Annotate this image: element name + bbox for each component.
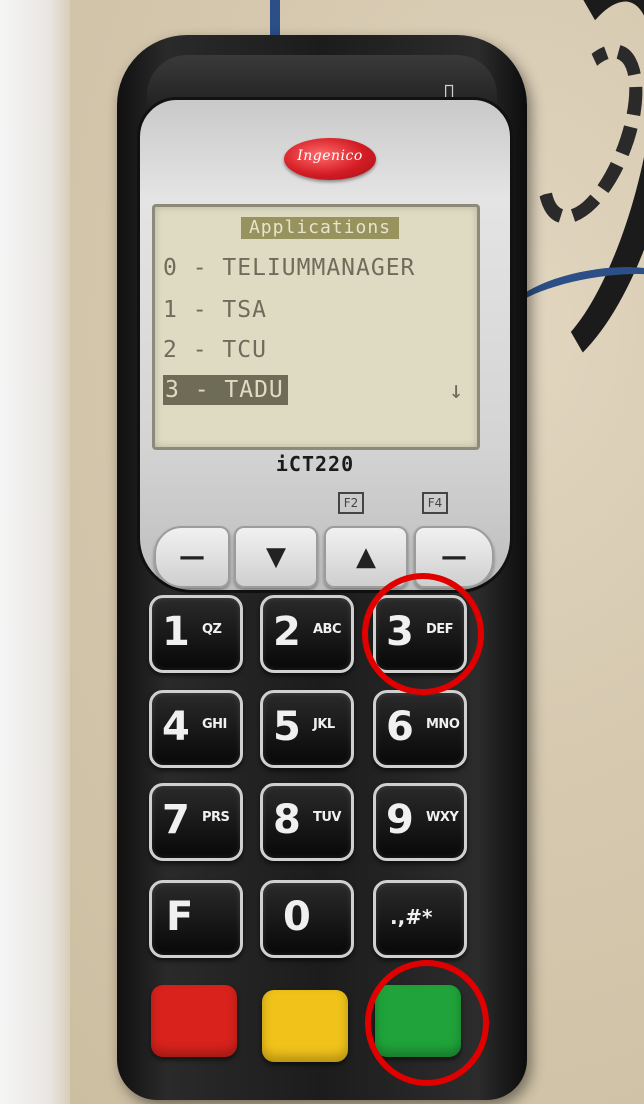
key-5-digit: 5 — [273, 704, 301, 750]
network-cable-top — [270, 0, 320, 40]
highlight-circle-key-3 — [362, 573, 484, 695]
photo-scene: ▯ Ingenico Applications 0 - TELIUMMANAGE… — [0, 0, 644, 1104]
key-4-button[interactable]: 4 GHI — [149, 690, 243, 768]
key-6-button[interactable]: 6 MNO — [373, 690, 467, 768]
key-9-letters: WXY — [426, 810, 459, 825]
down-arrow-icon: ↓ — [449, 376, 464, 404]
brand-logo-text: Ingenico — [297, 148, 363, 164]
key-1-button[interactable]: 1 QZ — [149, 595, 243, 673]
brand-logo: Ingenico — [284, 138, 376, 180]
key-8-button[interactable]: 8 TUV — [260, 783, 354, 861]
key-8-digit: 8 — [273, 797, 301, 843]
key-5-letters: JKL — [313, 717, 335, 732]
lcd-screen: Applications 0 - TELIUMMANAGER 1 - TSA 2… — [152, 204, 480, 450]
key-7-digit: 7 — [162, 797, 190, 843]
key-6-digit: 6 — [386, 704, 414, 750]
payment-terminal: ▯ Ingenico Applications 0 - TELIUMMANAGE… — [117, 35, 527, 1100]
highlight-circle-validate — [365, 960, 489, 1086]
key-5-button[interactable]: 5 JKL — [260, 690, 354, 768]
key-1-digit: 1 — [162, 609, 190, 655]
softkey-f2-icon: F2 — [338, 492, 364, 514]
menu-item-tcu[interactable]: 2 - TCU — [163, 335, 267, 365]
key-2-letters: ABC — [313, 622, 342, 637]
key-9-button[interactable]: 9 WXY — [373, 783, 467, 861]
key-2-button[interactable]: 2 ABC — [260, 595, 354, 673]
key-4-digit: 4 — [162, 704, 190, 750]
key-2-digit: 2 — [273, 609, 301, 655]
screen-title: Applications — [241, 217, 399, 239]
softkey-f4-icon: F4 — [422, 492, 448, 514]
key-4-letters: GHI — [202, 717, 227, 732]
correction-key-button[interactable] — [262, 990, 348, 1062]
background-wall — [0, 0, 70, 1104]
key-9-digit: 9 — [386, 797, 414, 843]
screen-bezel: Ingenico Applications 0 - TELIUMMANAGER … — [137, 97, 513, 593]
down-key-button[interactable]: ▼ — [234, 526, 318, 588]
key-symbols-label: .,#* — [390, 905, 433, 929]
key-symbols-button[interactable]: .,#* — [373, 880, 467, 958]
key-0-digit: 0 — [283, 894, 311, 940]
model-label: iCT220 — [275, 452, 355, 476]
key-f-label: F — [166, 894, 194, 940]
key-8-letters: TUV — [313, 810, 342, 825]
key-0-button[interactable]: 0 — [260, 880, 354, 958]
key-6-letters: MNO — [426, 717, 460, 732]
cancel-key-button[interactable] — [151, 985, 237, 1057]
menu-item-tadu[interactable]: 3 - TADU — [163, 375, 288, 405]
key-7-letters: PRS — [202, 810, 230, 825]
left-softkey-button[interactable]: — — [154, 526, 230, 588]
key-7-button[interactable]: 7 PRS — [149, 783, 243, 861]
menu-item-telium-manager[interactable]: 0 - TELIUMMANAGER — [163, 253, 415, 283]
key-1-letters: QZ — [202, 622, 222, 637]
menu-item-tsa[interactable]: 1 - TSA — [163, 295, 267, 325]
key-f-button[interactable]: F — [149, 880, 243, 958]
